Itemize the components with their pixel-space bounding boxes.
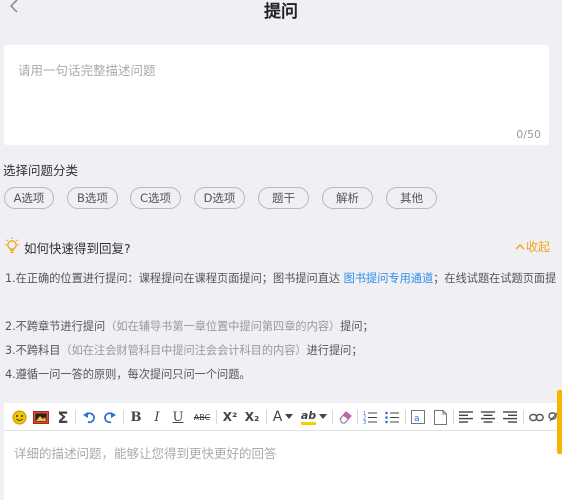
text-box-icon[interactable]: a — [409, 407, 427, 427]
toolbar-divider — [523, 410, 524, 424]
strikethrough-button[interactable]: ABC — [191, 407, 213, 427]
highlight-button[interactable]: ab — [300, 407, 328, 427]
unordered-list-icon[interactable] — [383, 407, 401, 427]
question-input[interactable] — [18, 63, 518, 78]
svg-text:a: a — [414, 414, 420, 424]
underline-button[interactable]: U — [170, 407, 186, 427]
italic-button[interactable]: I — [149, 407, 165, 427]
tip-1-text: 1.在正确的位置进行提问：课程提问在课程页面提问；图书提问直达 — [5, 272, 344, 285]
rich-text-editor: Σ B I U ABC X² X₂ A ab 1 2 3 a 详细的描述问题，能… — [4, 403, 562, 500]
undo-icon[interactable] — [80, 407, 98, 427]
toolbar-divider — [453, 410, 454, 424]
header: 提问 — [0, 0, 562, 22]
option-a[interactable]: A选项 — [4, 187, 54, 209]
caret-down-icon — [319, 414, 328, 419]
font-color-button[interactable]: A — [270, 407, 296, 427]
image-icon[interactable] — [31, 407, 51, 427]
chevron-up-icon — [515, 243, 525, 249]
side-tab[interactable] — [557, 390, 562, 454]
emoji-icon[interactable] — [10, 407, 28, 427]
tip-3-text-end: 进行提问； — [306, 344, 363, 357]
category-title: 选择问题分类 — [3, 163, 79, 178]
toolbar-divider — [216, 410, 217, 424]
toolbar-divider — [332, 410, 333, 424]
caret-down-icon — [285, 414, 294, 419]
option-c[interactable]: C选项 — [130, 187, 181, 209]
tip-line-4: 4.遵循一问一答的原则，每次提问只问一个问题。 — [5, 368, 251, 381]
tips-title: 如何快速得到回复? — [24, 241, 131, 256]
superscript-button[interactable]: X² — [220, 407, 240, 427]
redo-icon[interactable] — [101, 407, 119, 427]
tip-3-example: （如在注会财管科目中提问注会会计科目的内容） — [60, 344, 307, 357]
collapse-link[interactable]: 收起 — [515, 238, 550, 255]
ask-question-page: 提问 0/50 选择问题分类 A选项 B选项 C选项 D选项 题干 解析 其他 … — [0, 0, 562, 500]
highlight-label: ab — [300, 409, 317, 425]
tip-2-example: （如在辅导书第一章位置中提问第四章的内容） — [105, 320, 341, 333]
toolbar-divider — [123, 410, 124, 424]
option-analysis[interactable]: 解析 — [322, 187, 373, 209]
toolbar-divider — [266, 410, 267, 424]
eraser-icon[interactable] — [336, 407, 354, 427]
toolbar-divider — [405, 410, 406, 424]
align-left-icon[interactable] — [457, 407, 475, 427]
toolbar-divider — [75, 410, 76, 424]
align-right-icon[interactable] — [501, 407, 519, 427]
category-options: A选项 B选项 C选项 D选项 题干 解析 其他 — [4, 187, 562, 209]
link-icon[interactable] — [527, 407, 545, 427]
align-center-icon[interactable] — [479, 407, 497, 427]
book-question-channel-link[interactable]: 图书提问专用通道 — [344, 272, 434, 285]
page-title: 提问 — [264, 2, 298, 22]
tip-line-1: 1.在正确的位置进行提问：课程提问在课程页面提问；图书提问直达 图书提问专用通道… — [5, 270, 556, 286]
font-color-label: A — [272, 409, 283, 425]
collapse-label: 收起 — [525, 240, 550, 254]
tip-2-text-end: 提问； — [340, 320, 374, 333]
document-icon[interactable] — [431, 407, 449, 427]
char-counter: 0/50 — [516, 128, 541, 141]
option-d[interactable]: D选项 — [194, 187, 245, 209]
ordered-list-icon[interactable]: 123 — [361, 407, 379, 427]
tips-header: 如何快速得到回复? 收起 — [4, 237, 550, 257]
subscript-button[interactable]: X₂ — [242, 407, 262, 427]
toolbar-divider — [357, 410, 358, 424]
tip-2-text: 2.不跨章节进行提问 — [5, 320, 106, 333]
option-b[interactable]: B选项 — [67, 187, 118, 209]
option-stem[interactable]: 题干 — [258, 187, 309, 209]
tip-line-2: 2.不跨章节进行提问（如在辅导书第一章位置中提问第四章的内容）提问； — [5, 318, 374, 334]
tip-3-text: 3.不跨科目 — [5, 344, 61, 357]
lightbulb-icon — [5, 237, 19, 254]
question-box: 0/50 — [4, 45, 549, 145]
editor-toolbar: Σ B I U ABC X² X₂ A ab 1 2 3 a — [4, 403, 562, 431]
tip-1-text-end: ；在线试题在试题页面提 — [433, 272, 557, 285]
sum-icon[interactable]: Σ — [54, 407, 72, 427]
tip-line-3: 3.不跨科目（如在注会财管科目中提问注会会计科目的内容）进行提问； — [5, 342, 363, 358]
svg-text:3: 3 — [363, 420, 366, 424]
bold-button[interactable]: B — [128, 407, 144, 427]
option-other[interactable]: 其他 — [386, 187, 437, 209]
editor-body-placeholder[interactable]: 详细的描述问题，能够让您得到更快更好的回答 — [14, 443, 277, 462]
